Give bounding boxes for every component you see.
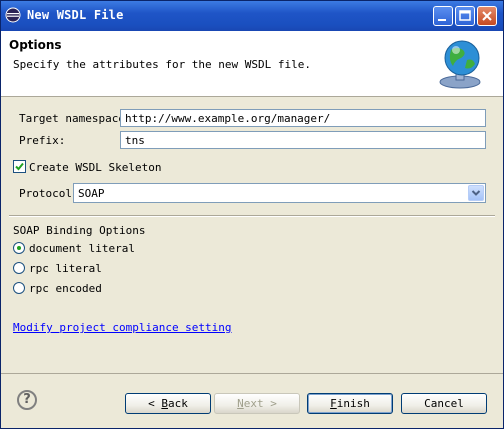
binding-options-heading: SOAP Binding Options bbox=[13, 224, 146, 237]
radio-rpc-encoded[interactable] bbox=[13, 282, 25, 294]
target-namespace-input[interactable]: http://www.example.org/manager/ bbox=[120, 109, 486, 127]
close-button[interactable] bbox=[477, 6, 497, 26]
next-button[interactable]: Next > bbox=[214, 393, 300, 414]
checkmark-icon bbox=[15, 162, 24, 171]
target-namespace-label: Target namespace: bbox=[19, 112, 132, 125]
document-literal-label[interactable]: document literal bbox=[29, 242, 135, 255]
protocol-value: SOAP bbox=[78, 187, 105, 200]
maximize-icon bbox=[459, 10, 471, 21]
radio-rpc-literal[interactable] bbox=[13, 262, 25, 274]
back-mnemonic: B bbox=[161, 397, 168, 410]
back-arrow-icon: < bbox=[148, 397, 155, 410]
radio-document-literal[interactable] bbox=[13, 242, 25, 254]
title-bar[interactable]: New WSDL File bbox=[1, 1, 503, 31]
minimize-icon bbox=[438, 19, 446, 21]
page-title: Options bbox=[9, 38, 62, 52]
chevron-down-icon bbox=[471, 190, 481, 196]
minimize-button[interactable] bbox=[433, 6, 453, 26]
wizard-header: Options Specify the attributes for the n… bbox=[1, 31, 503, 97]
rpc-encoded-label[interactable]: rpc encoded bbox=[29, 282, 102, 295]
eclipse-icon bbox=[5, 7, 21, 23]
separator bbox=[9, 215, 495, 217]
dropdown-button[interactable] bbox=[468, 185, 484, 201]
wizard-footer: ? < Back Next > Finish Cancel bbox=[1, 373, 503, 429]
next-label: ext > bbox=[243, 397, 277, 410]
create-skeleton-checkbox[interactable] bbox=[13, 160, 26, 173]
protocol-select[interactable]: SOAP bbox=[73, 183, 486, 203]
next-mnemonic: N bbox=[237, 397, 244, 410]
wizard-body: Target namespace: http://www.example.org… bbox=[1, 97, 503, 372]
protocol-label: Protocol: bbox=[19, 187, 79, 200]
page-description: Specify the attributes for the new WSDL … bbox=[13, 58, 312, 71]
create-skeleton-label[interactable]: Create WSDL Skeleton bbox=[29, 161, 161, 174]
finish-button[interactable]: Finish bbox=[307, 393, 393, 414]
wsdl-globe-icon bbox=[439, 40, 481, 89]
prefix-label: Prefix: bbox=[19, 134, 66, 147]
compliance-setting-link[interactable]: Modify project compliance setting bbox=[13, 321, 232, 334]
back-label: ack bbox=[168, 397, 188, 410]
prefix-input[interactable]: tns bbox=[120, 131, 486, 149]
close-icon bbox=[482, 11, 492, 21]
rpc-literal-label[interactable]: rpc literal bbox=[29, 262, 102, 275]
finish-label: inish bbox=[336, 397, 370, 410]
help-icon[interactable]: ? bbox=[17, 390, 37, 410]
window-title: New WSDL File bbox=[27, 8, 124, 22]
cancel-button[interactable]: Cancel bbox=[401, 393, 487, 414]
new-wsdl-dialog: New WSDL File Options Specify the attrib… bbox=[0, 0, 504, 429]
maximize-button[interactable] bbox=[455, 6, 475, 26]
finish-mnemonic: F bbox=[330, 397, 337, 410]
back-button[interactable]: < Back bbox=[125, 393, 211, 414]
